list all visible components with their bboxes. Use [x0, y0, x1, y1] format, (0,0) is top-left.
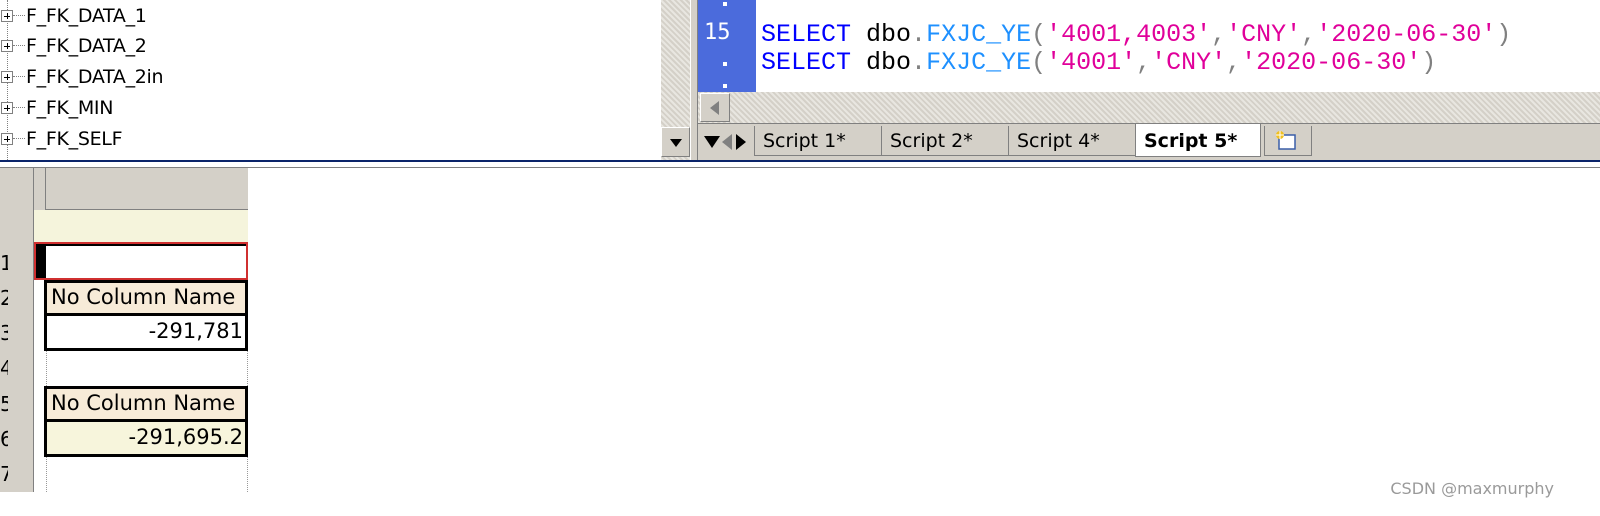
tab-scroll-right-icon[interactable] — [736, 134, 746, 150]
code-line[interactable]: SELECT dbo.FXJC_YE('4001','CNY','2020-06… — [761, 48, 1436, 77]
row-number: 6 — [0, 427, 8, 451]
column-header-label: No Column Name — [51, 391, 236, 415]
expand-icon[interactable] — [1, 39, 13, 52]
line-number: 15 — [704, 20, 731, 45]
tab-script-1[interactable]: Script 1* — [754, 126, 882, 156]
punctuation: . — [911, 48, 927, 77]
tree-item-f-fk-data-2in[interactable]: F_FK_DATA_2in — [0, 61, 164, 92]
string-literal: '2020-06-30' — [1241, 48, 1422, 77]
tab-scroll-left-icon[interactable] — [722, 134, 732, 150]
line-marker-dot — [723, 62, 727, 66]
tree-item-f-fk-min[interactable]: F_FK_MIN — [0, 92, 113, 123]
expand-icon[interactable] — [1, 132, 13, 145]
tree-item-f-fk-data-1[interactable]: F_FK_DATA_1 — [0, 0, 147, 31]
punctuation: , — [1226, 48, 1242, 77]
tree-connector — [13, 15, 25, 16]
tree-connector — [13, 138, 25, 139]
filter-row[interactable] — [34, 210, 248, 242]
results-splitter[interactable] — [0, 160, 1600, 168]
selection-marker — [36, 244, 46, 278]
tab-list-dropdown-icon[interactable] — [704, 136, 720, 148]
pane-splitter[interactable] — [690, 0, 698, 160]
row-number: 3 — [0, 321, 8, 345]
tree-item-label: F_FK_SELF — [26, 127, 123, 150]
selected-cell-inner — [46, 244, 246, 278]
row-number: 5 — [0, 392, 8, 416]
tab-label: Script 5* — [1144, 130, 1238, 152]
result-value-cell[interactable]: -291,695.2 — [44, 422, 248, 457]
schema-name: dbo — [866, 20, 912, 49]
result-value: -291,781 — [148, 319, 243, 343]
punctuation: ) — [1496, 20, 1512, 49]
schema-name: dbo — [866, 48, 912, 77]
function-name: FXJC_YE — [926, 20, 1032, 49]
tree-item-label: F_FK_DATA_1 — [26, 4, 147, 27]
tree-item-label: F_FK_DATA_2 — [26, 34, 147, 57]
sql-keyword: SELECT — [761, 20, 852, 49]
column-header[interactable] — [46, 168, 248, 210]
punctuation: ( — [1031, 20, 1047, 49]
punctuation: , — [1211, 20, 1227, 49]
punctuation: . — [911, 20, 927, 49]
tab-script-2[interactable]: Script 2* — [881, 126, 1009, 156]
tab-script-5[interactable]: Script 5* — [1135, 124, 1261, 157]
result-value: -291,695.2 — [128, 425, 243, 449]
tree-item-f-fk-data-2[interactable]: F_FK_DATA_2 — [0, 30, 147, 61]
editor-horizontal-scrollbar[interactable] — [698, 92, 1600, 123]
new-document-icon — [1276, 131, 1296, 150]
line-number-gutter: 15 — [698, 0, 756, 92]
tab-label: Script 2* — [890, 130, 973, 152]
tab-label: Script 4* — [1017, 130, 1100, 152]
result-value-cell[interactable]: -291,781 — [44, 316, 248, 351]
expand-icon[interactable] — [1, 101, 13, 114]
object-tree[interactable]: F_FK_DATA_1 F_FK_DATA_2 F_FK_DATA_2in F_… — [0, 0, 690, 160]
tab-script-4[interactable]: Script 4* — [1008, 126, 1136, 156]
column-header-label: No Column Name — [51, 285, 236, 309]
row-number: 7 — [0, 462, 8, 486]
result-column-header[interactable]: No Column Name — [44, 386, 248, 422]
scroll-down-arrow-icon[interactable] — [661, 127, 690, 157]
string-literal: 'CNY' — [1226, 20, 1302, 49]
scroll-left-arrow-icon[interactable] — [700, 93, 730, 122]
result-column-header[interactable]: No Column Name — [44, 280, 248, 316]
line-marker-dot — [723, 2, 727, 6]
punctuation: , — [1301, 20, 1317, 49]
function-name: FXJC_YE — [926, 48, 1032, 77]
expand-icon[interactable] — [1, 70, 13, 83]
line-marker-dot — [723, 84, 727, 88]
punctuation: , — [1136, 48, 1152, 77]
tree-item-label: F_FK_DATA_2in — [26, 65, 164, 88]
string-literal: '2020-06-30' — [1316, 20, 1497, 49]
string-literal: 'CNY' — [1151, 48, 1227, 77]
tree-connector — [13, 107, 25, 108]
code-line[interactable]: SELECT dbo.FXJC_YE('4001,4003','CNY','20… — [761, 20, 1511, 49]
tree-item-label: F_FK_MIN — [26, 96, 114, 119]
sql-keyword: SELECT — [761, 48, 852, 77]
watermark: CSDN @maxmurphy — [1390, 479, 1554, 498]
punctuation: ) — [1421, 48, 1437, 77]
row-number: 4 — [0, 356, 8, 380]
string-literal: '4001' — [1046, 48, 1137, 77]
tree-connector — [13, 45, 25, 46]
row-header-column: 1 2 3 4 5 6 7 — [0, 168, 34, 492]
string-literal: '4001,4003' — [1046, 20, 1212, 49]
row-number: 1 — [0, 251, 8, 275]
tree-connector — [13, 76, 25, 77]
tab-label: Script 1* — [763, 130, 846, 152]
punctuation: ( — [1031, 48, 1047, 77]
grid-corner[interactable] — [34, 168, 46, 210]
sql-editor[interactable]: 15 SELECT dbo.FXJC_YE('4001,4003','CNY',… — [698, 0, 1600, 92]
script-tab-bar: Script 1* Script 2* Script 4* Script 5* — [698, 123, 1600, 160]
new-script-tab[interactable] — [1264, 126, 1312, 156]
row-number: 2 — [0, 286, 8, 310]
expand-icon[interactable] — [1, 9, 13, 22]
tree-item-f-fk-self[interactable]: F_FK_SELF — [0, 123, 123, 154]
